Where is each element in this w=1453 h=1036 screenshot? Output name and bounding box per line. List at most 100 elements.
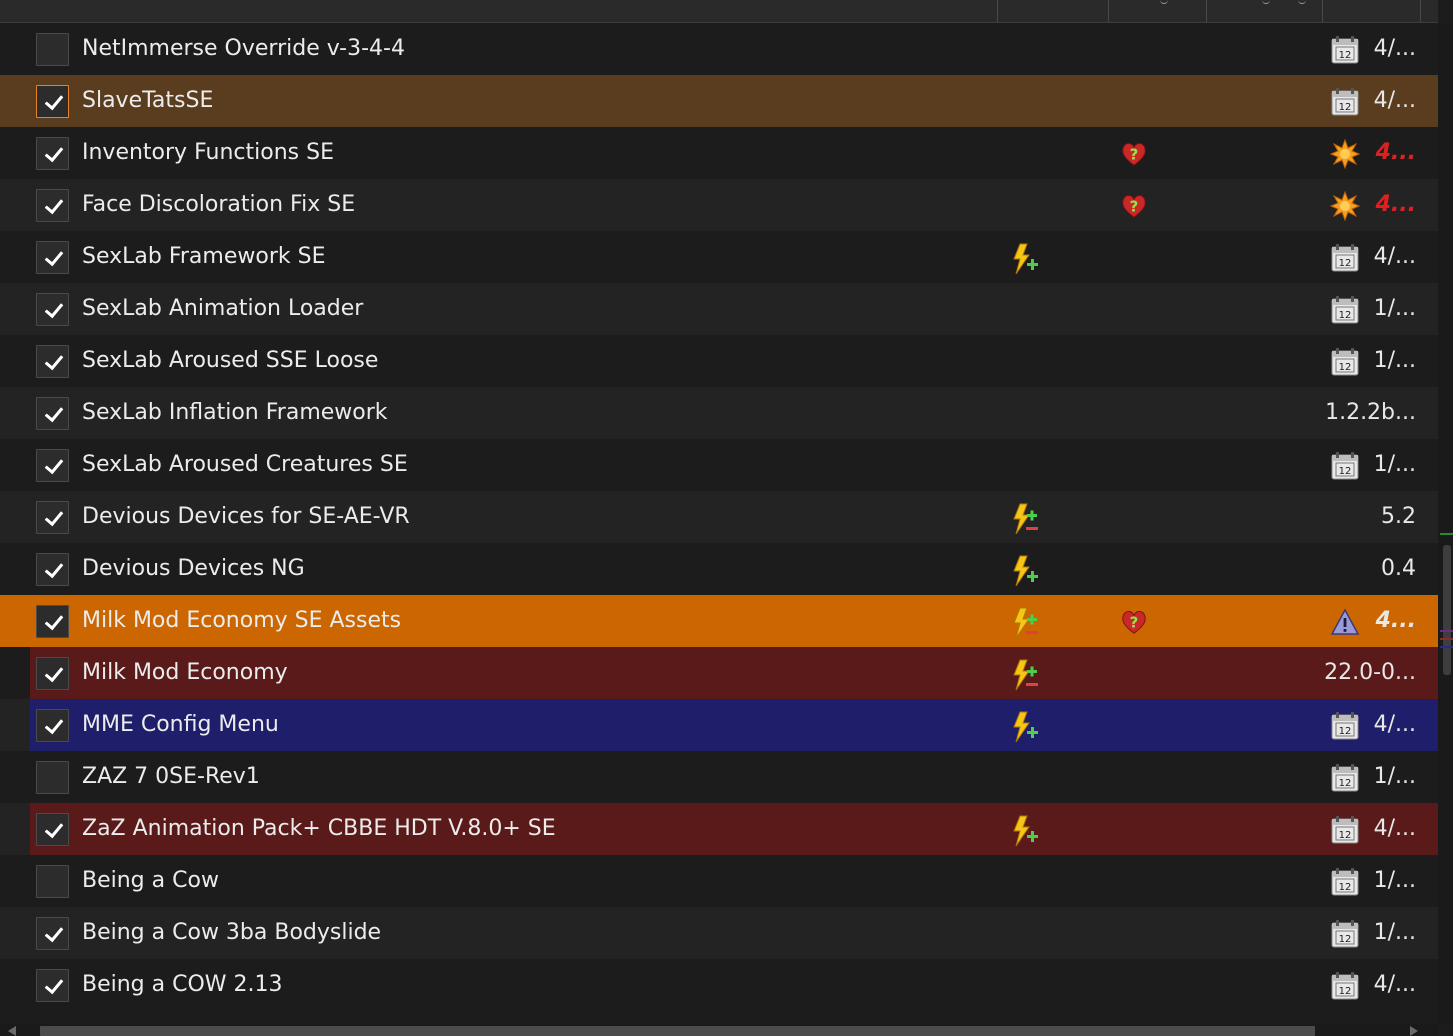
mod-enabled-checkbox[interactable] xyxy=(36,761,69,794)
column-header-bar xyxy=(0,0,1438,23)
heart-question-icon[interactable]: ? xyxy=(1120,607,1148,637)
mod-row[interactable]: SexLab Aroused Creatures SE 12 1/... xyxy=(0,439,1438,491)
mod-row[interactable]: Being a COW 2.13 12 4/... xyxy=(0,959,1438,1011)
mod-enabled-checkbox[interactable] xyxy=(36,33,69,66)
mod-version: 22.0-0... xyxy=(1324,660,1416,685)
conflict-plus-minus-icon[interactable] xyxy=(1011,503,1039,535)
mod-enabled-checkbox[interactable] xyxy=(36,657,69,690)
mod-enabled-checkbox[interactable] xyxy=(36,865,69,898)
mod-row[interactable]: Being a Cow 3ba Bodyslide 12 1/... xyxy=(0,907,1438,959)
svg-text:12: 12 xyxy=(1339,830,1352,841)
mod-name: SexLab Inflation Framework xyxy=(82,400,388,425)
mod-version: 4/... xyxy=(1373,712,1416,737)
calendar-icon: 12 xyxy=(1330,763,1360,793)
conflict-plus-icon[interactable] xyxy=(1011,711,1039,743)
calendar-icon: 12 xyxy=(1330,867,1360,897)
mod-enabled-checkbox[interactable] xyxy=(36,397,69,430)
mod-enabled-checkbox[interactable] xyxy=(36,605,69,638)
mod-enabled-checkbox[interactable] xyxy=(36,137,69,170)
calendar-icon: 12 xyxy=(1330,815,1360,845)
conflict-plus-icon[interactable] xyxy=(1011,815,1039,847)
svg-text:12: 12 xyxy=(1339,50,1352,61)
svg-text:12: 12 xyxy=(1339,466,1352,477)
mod-version: 0.4 xyxy=(1381,556,1416,581)
mod-row[interactable]: Milk Mod Economy 22.0-0... xyxy=(0,647,1438,699)
mod-version: 4... xyxy=(1375,192,1416,217)
mod-enabled-checkbox[interactable] xyxy=(36,85,69,118)
mod-version: 1/... xyxy=(1373,920,1416,945)
column-header-conflicts[interactable] xyxy=(1108,0,1109,22)
mod-name: ZAZ 7 0SE-Rev1 xyxy=(82,764,260,789)
scrollbar-marker xyxy=(1440,646,1453,648)
column-header-priority[interactable] xyxy=(1420,0,1421,22)
mod-version: 1/... xyxy=(1373,764,1416,789)
sunburst-icon xyxy=(1329,190,1361,222)
horizontal-scrollbar-thumb[interactable] xyxy=(40,1026,1315,1036)
mod-row[interactable]: Face Discoloration Fix SE? 4... xyxy=(0,179,1438,231)
svg-text:?: ? xyxy=(1130,614,1139,632)
mod-enabled-checkbox[interactable] xyxy=(36,449,69,482)
mod-row[interactable]: ZaZ Animation Pack+ CBBE HDT V.8.0+ SE 12… xyxy=(0,803,1438,855)
mod-enabled-checkbox[interactable] xyxy=(36,345,69,378)
mod-enabled-checkbox[interactable] xyxy=(36,917,69,950)
column-header-flags[interactable] xyxy=(997,0,998,22)
mod-row[interactable]: MME Config Menu 12 4/... xyxy=(0,699,1438,751)
mod-version: 1/... xyxy=(1373,348,1416,373)
mod-enabled-checkbox[interactable] xyxy=(36,241,69,274)
mod-enabled-checkbox[interactable] xyxy=(36,813,69,846)
calendar-icon: 12 xyxy=(1330,87,1360,117)
conflict-plus-minus-icon[interactable] xyxy=(1011,607,1039,639)
mod-name: ZaZ Animation Pack+ CBBE HDT V.8.0+ SE xyxy=(82,816,556,841)
mod-row[interactable]: SexLab Framework SE 12 4/... xyxy=(0,231,1438,283)
heart-question-icon[interactable]: ? xyxy=(1120,191,1148,221)
mod-version: 4/... xyxy=(1373,816,1416,841)
mod-row[interactable]: SexLab Aroused SSE Loose 12 1/... xyxy=(0,335,1438,387)
mod-row[interactable]: SexLab Animation Loader 12 1/... xyxy=(0,283,1438,335)
heart-question-icon[interactable]: ? xyxy=(1120,139,1148,169)
mod-name: Devious Devices NG xyxy=(82,556,305,581)
conflict-plus-icon[interactable] xyxy=(1011,555,1039,587)
conflict-plus-icon[interactable] xyxy=(1011,243,1039,275)
scroll-left-arrow-icon[interactable] xyxy=(8,1026,16,1036)
mod-row[interactable]: ZAZ 7 0SE-Rev1 12 1/... xyxy=(0,751,1438,803)
mod-row[interactable]: SexLab Inflation Framework 1.2.2b... xyxy=(0,387,1438,439)
mod-name: Milk Mod Economy xyxy=(82,660,288,685)
mod-name: Being a Cow 3ba Bodyslide xyxy=(82,920,382,945)
warning-triangle-icon xyxy=(1330,607,1360,637)
header-text-fragment xyxy=(1298,0,1306,4)
svg-text:12: 12 xyxy=(1339,986,1352,997)
calendar-icon: 12 xyxy=(1330,919,1360,949)
mod-enabled-checkbox[interactable] xyxy=(36,293,69,326)
calendar-icon: 12 xyxy=(1330,347,1360,377)
mod-row[interactable]: Being a Cow 12 1/... xyxy=(0,855,1438,907)
calendar-icon: 12 xyxy=(1330,295,1360,325)
column-header-category[interactable] xyxy=(1206,0,1207,22)
svg-text:12: 12 xyxy=(1339,934,1352,945)
vertical-scrollbar[interactable] xyxy=(1438,23,1453,1023)
mod-version: 4/... xyxy=(1373,972,1416,997)
mod-name: SlaveTatsSE xyxy=(82,88,214,113)
mod-list: NetImmerse Override v-3-4-4 12 4/... SlaveT… xyxy=(0,23,1438,1011)
scrollbar-marker xyxy=(1440,533,1453,535)
mod-version: 1/... xyxy=(1373,296,1416,321)
vertical-scrollbar-thumb[interactable] xyxy=(1443,545,1451,675)
mod-enabled-checkbox[interactable] xyxy=(36,709,69,742)
mod-row[interactable]: Devious Devices NG 0.4 xyxy=(0,543,1438,595)
mod-row[interactable]: NetImmerse Override v-3-4-4 12 4/... xyxy=(0,23,1438,75)
column-header-version[interactable] xyxy=(1322,0,1323,22)
mod-enabled-checkbox[interactable] xyxy=(36,553,69,586)
conflict-plus-minus-icon[interactable] xyxy=(1011,659,1039,691)
mod-row[interactable]: Devious Devices for SE-AE-VR 5.2 xyxy=(0,491,1438,543)
scroll-right-arrow-icon[interactable] xyxy=(1410,1026,1418,1036)
mod-name: SexLab Framework SE xyxy=(82,244,326,269)
mod-name: SexLab Animation Loader xyxy=(82,296,364,321)
mod-name: Being a COW 2.13 xyxy=(82,972,283,997)
mod-row[interactable]: Inventory Functions SE? 4... xyxy=(0,127,1438,179)
mod-enabled-checkbox[interactable] xyxy=(36,501,69,534)
svg-text:12: 12 xyxy=(1339,310,1352,321)
mod-version: 4/... xyxy=(1373,244,1416,269)
mod-row[interactable]: Milk Mod Economy SE Assets? 4... xyxy=(0,595,1438,647)
mod-enabled-checkbox[interactable] xyxy=(36,189,69,222)
mod-enabled-checkbox[interactable] xyxy=(36,969,69,1002)
mod-row[interactable]: SlaveTatsSE 12 4/... xyxy=(0,75,1438,127)
